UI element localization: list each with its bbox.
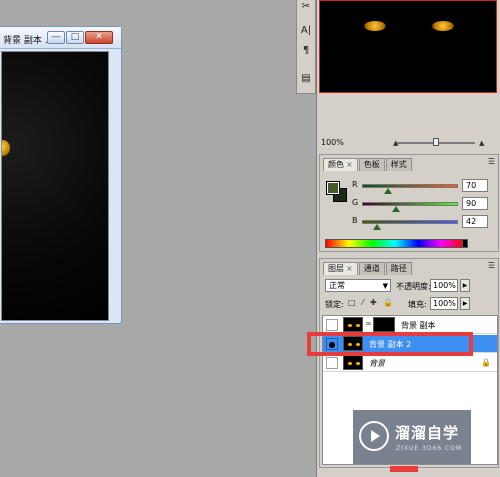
tab-label: 颜色: [328, 160, 344, 169]
visibility-toggle[interactable]: [326, 357, 338, 369]
tab-channels[interactable]: 通道: [358, 262, 385, 275]
watermark: 溜溜自学 ZIXUE.3D66.COM: [353, 410, 471, 464]
layer-name: 背景 副本: [401, 321, 436, 330]
navigator-thumbnail[interactable]: [319, 0, 497, 93]
document-title: 背景 副本 ...: [3, 36, 54, 46]
channel-label: R: [352, 180, 358, 189]
color-spectrum[interactable]: [325, 239, 465, 248]
opacity-label: 不透明度:: [396, 282, 431, 291]
tab-styles[interactable]: 样式: [385, 158, 412, 171]
lock-label: 锁定:: [325, 300, 344, 309]
layer-thumbnail: [343, 317, 363, 332]
blue-slider-thumb[interactable]: [373, 224, 382, 230]
foreground-color-swatch[interactable]: [326, 181, 340, 195]
channel-label: G: [352, 198, 359, 207]
cat-eye-image: [2, 140, 10, 156]
minimize-button[interactable]: —: [47, 31, 65, 44]
panel-dock: 100% ▲ ▲ 颜色 × 色板 样式 ☰ R 70 G 90 B 42 图层 …: [316, 0, 500, 477]
green-slider-thumb[interactable]: [391, 206, 400, 212]
watermark-text: 溜溜自学: [395, 424, 460, 442]
close-icon: ✕: [95, 31, 103, 42]
red-channel-row: R 70: [352, 179, 494, 194]
green-channel-row: G 90: [352, 197, 494, 212]
red-value-input[interactable]: 70: [462, 179, 488, 192]
layers-panel-tabs: 图层 × 通道 路径: [323, 262, 412, 275]
layer-name: 背景: [369, 359, 385, 368]
maximize-icon: □: [70, 31, 80, 42]
red-slider-thumb[interactable]: [383, 188, 392, 194]
tab-color[interactable]: 颜色 ×: [323, 158, 358, 171]
visibility-toggle[interactable]: [326, 319, 338, 331]
layer-mask-thumbnail[interactable]: [373, 317, 395, 332]
black-swatch[interactable]: [462, 239, 468, 248]
close-icon[interactable]: ×: [346, 160, 353, 169]
fill-label: 填充:: [408, 300, 427, 309]
layer-row[interactable]: 背景 🔒: [323, 354, 497, 372]
green-slider[interactable]: [362, 202, 458, 206]
paragraph-icon[interactable]: ¶: [298, 41, 314, 59]
layer-thumbnail: [343, 355, 363, 370]
play-logo-icon: [359, 421, 389, 451]
opacity-stepper[interactable]: ▶: [460, 279, 470, 292]
link-icon[interactable]: ∞: [365, 319, 372, 328]
cat-eye-image: [364, 21, 386, 31]
blend-mode-value: 正常: [329, 281, 345, 290]
close-button[interactable]: ✕: [85, 31, 113, 44]
blend-mode-select[interactable]: 正常 ▼: [325, 279, 391, 292]
color-panel-tabs: 颜色 × 色板 样式: [323, 158, 412, 171]
lock-options-icons[interactable]: □ ⁄ ✚ 🔒: [348, 298, 395, 307]
tab-label: 通道: [363, 264, 380, 273]
minimize-icon: —: [51, 31, 61, 42]
tab-label: 色板: [363, 160, 380, 169]
panel-bottom-marker: [390, 466, 418, 472]
cat-eye-image: [432, 21, 454, 31]
tab-label: 图层: [328, 264, 344, 273]
chevron-down-icon: ▼: [382, 282, 388, 290]
document-canvas[interactable]: [1, 51, 109, 321]
zoom-level[interactable]: 100%: [321, 138, 344, 147]
document-window[interactable]: 背景 副本 ... — □ ✕: [0, 26, 122, 324]
tool-strip: ✂ A| ¶ ▤: [296, 0, 316, 94]
selection-highlight-box: [307, 332, 473, 356]
lock-icon: 🔒: [481, 358, 491, 367]
fill-stepper[interactable]: ▶: [460, 297, 470, 310]
text-icon[interactable]: A|: [298, 21, 314, 39]
fill-input[interactable]: 100%: [430, 297, 458, 310]
panel-menu-icon[interactable]: ☰: [488, 261, 495, 270]
maximize-button[interactable]: □: [66, 31, 84, 44]
opacity-input[interactable]: 100%: [430, 279, 458, 292]
blue-value-input[interactable]: 42: [462, 215, 488, 228]
tab-layers[interactable]: 图层 ×: [323, 262, 358, 275]
panel-menu-icon[interactable]: ☰: [488, 157, 495, 166]
blue-channel-row: B 42: [352, 215, 494, 230]
watermark-subtext: ZIXUE.3D66.COM: [396, 445, 463, 452]
tab-paths[interactable]: 路径: [385, 262, 412, 275]
scissors-icon[interactable]: ✂: [298, 0, 314, 15]
zoom-slider[interactable]: [397, 138, 475, 146]
zoom-in-icon[interactable]: ▲: [479, 139, 484, 147]
red-slider[interactable]: [362, 184, 458, 188]
tab-swatches[interactable]: 色板: [358, 158, 385, 171]
zoom-slider-knob[interactable]: [433, 138, 439, 146]
document-titlebar[interactable]: 背景 副本 ... — □ ✕: [0, 27, 121, 49]
tab-label: 路径: [390, 264, 407, 273]
color-panel: 颜色 × 色板 样式 ☰ R 70 G 90 B 42: [319, 154, 499, 252]
channel-label: B: [352, 216, 358, 225]
tab-label: 样式: [390, 160, 407, 169]
close-icon[interactable]: ×: [346, 264, 353, 273]
panel-icon[interactable]: ▤: [298, 69, 314, 87]
green-value-input[interactable]: 90: [462, 197, 488, 210]
